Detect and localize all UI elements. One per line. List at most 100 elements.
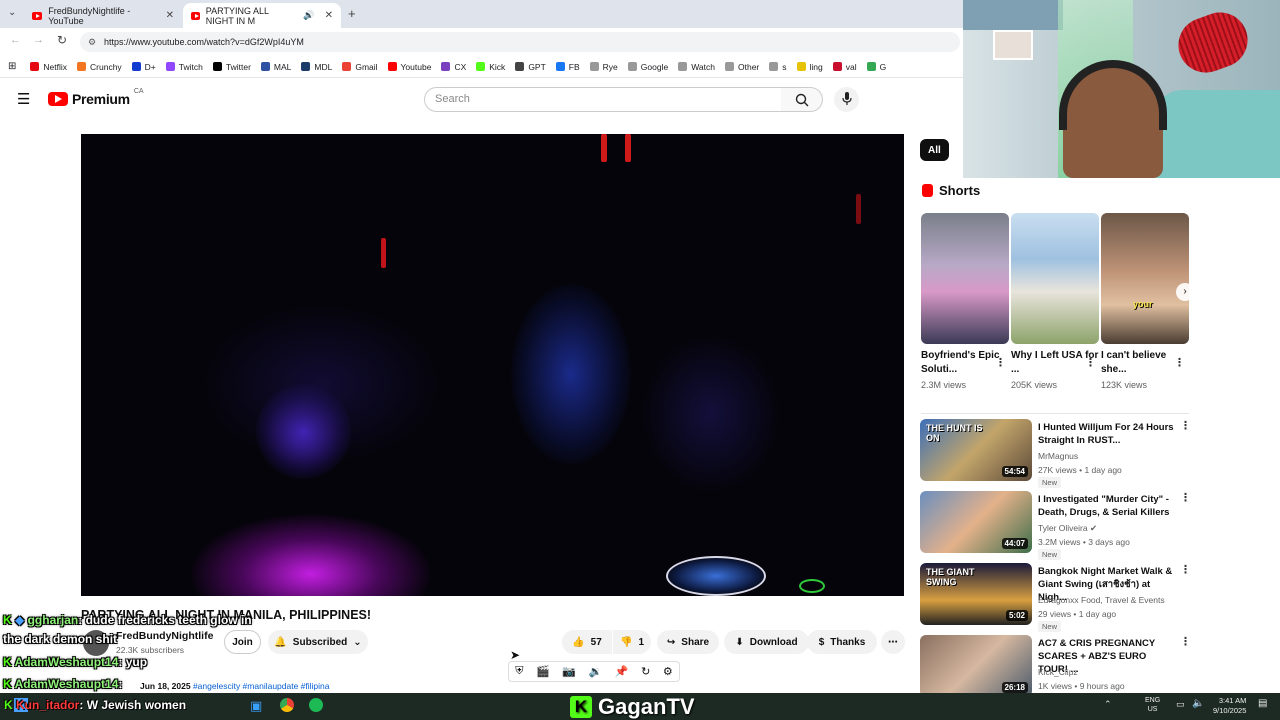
bookmark-g[interactable]: G	[866, 62, 886, 72]
pin-icon[interactable]: 📌	[615, 665, 629, 678]
spotify-icon[interactable]	[309, 698, 323, 712]
recommended-video[interactable]: 44:07 I Investigated "Murder City" - Deat…	[920, 491, 1191, 560]
forward-arrow-icon[interactable]: →	[33, 34, 44, 46]
bookmark-twitter[interactable]: Twitter	[212, 62, 251, 72]
bookmark-netflix[interactable]: Netflix	[30, 62, 67, 72]
more-vertical-icon[interactable]: ⋮	[1085, 356, 1096, 369]
channel-name[interactable]: Kick_Clipz	[1038, 667, 1078, 677]
clapper-icon[interactable]: 🎬	[536, 665, 550, 678]
more-vertical-icon[interactable]: ⋮	[1180, 491, 1191, 504]
channel-name[interactable]: MrMagnus	[1038, 451, 1078, 461]
video-player[interactable]	[81, 134, 904, 596]
short-thumbnail[interactable]	[921, 213, 1009, 344]
bookmark-cx[interactable]: CX	[441, 62, 466, 72]
youtube-favicon-icon	[32, 11, 43, 20]
video-action-row: FredBundyNightlife 22.3K subscribers Joi…	[81, 630, 911, 656]
bookmark-fb[interactable]: FB	[555, 62, 580, 72]
channel-name[interactable]: Tyler Oliveira ✔	[1038, 523, 1097, 534]
reload-icon[interactable]: ↻	[57, 33, 67, 47]
video-thumbnail[interactable]: THE GIANT SWING 5:02	[920, 563, 1032, 625]
more-vertical-icon[interactable]: ⋮	[1180, 419, 1191, 432]
video-title[interactable]: I Hunted Willjum For 24 Hours Straight I…	[1038, 421, 1178, 447]
subscribed-button[interactable]: 🔔 Subscribed ⌄	[268, 630, 368, 654]
video-meta: 3.2M views • 3 days ago	[1038, 537, 1130, 547]
chip-all[interactable]: All	[920, 139, 949, 161]
tray-chevron-icon[interactable]: ⌃	[1104, 699, 1112, 710]
more-vertical-icon[interactable]: ⋮	[1174, 356, 1185, 369]
short-thumbnail[interactable]	[1011, 213, 1099, 344]
more-vertical-icon[interactable]: ⋮	[1180, 635, 1191, 648]
recommended-video[interactable]: THE GIANT SWING 5:02 Bangkok Night Market …	[920, 563, 1191, 632]
new-badge: New	[1038, 549, 1062, 560]
speaker-icon[interactable]: 🔊	[303, 10, 314, 21]
bookmark-twitch[interactable]: Twitch	[165, 62, 203, 72]
like-button[interactable]: 👍 57	[562, 630, 612, 654]
recommended-video[interactable]: 26:18 AC7 & CRIS PREGNANCY SCARES + ABZ'S…	[920, 635, 1191, 699]
more-vertical-icon[interactable]: ⋮	[995, 356, 1006, 369]
bookmark-d-[interactable]: D+	[131, 62, 156, 72]
bookmark-other[interactable]: Other	[725, 62, 759, 72]
video-thumbnail[interactable]: 44:07	[920, 491, 1032, 553]
thanks-button[interactable]: $ Thanks	[807, 630, 877, 654]
notification-icon[interactable]: ▤	[1258, 698, 1267, 709]
bookmark-rye[interactable]: Rye	[589, 62, 618, 72]
tab-fredbundy-channel[interactable]: FredBundyNightlife - YouTube ✕	[24, 3, 182, 28]
close-tab-icon[interactable]: ✕	[166, 10, 174, 21]
video-thumbnail[interactable]: THE HUNT IS ON 54:54	[920, 419, 1032, 481]
bookmark-favicon-icon	[725, 62, 734, 71]
loop-icon[interactable]: ↻	[641, 665, 650, 678]
search-input[interactable]: Search	[424, 87, 782, 112]
camera-icon[interactable]: 📷	[562, 665, 576, 678]
close-tab-icon[interactable]: ✕	[325, 10, 333, 21]
bookmark-val[interactable]: val	[832, 62, 857, 72]
channel-name[interactable]: FredBundyNightlife	[116, 630, 213, 642]
youtube-premium-logo[interactable]: Premium CA	[48, 88, 144, 107]
bookmark-watch[interactable]: Watch	[678, 62, 715, 72]
chat-message: K AdamWeshaupt14: yup	[3, 655, 147, 669]
volume-icon[interactable]: 🔉	[589, 665, 603, 678]
bookmark-ling[interactable]: ling	[796, 62, 823, 72]
bookmark-s[interactable]: s	[769, 62, 787, 72]
volume-tray-icon[interactable]: 🔈	[1192, 698, 1204, 709]
url-input[interactable]: ⚙ https://www.youtube.com/watch?v=dGf2Wp…	[80, 32, 960, 52]
bookmark-google[interactable]: Google	[627, 62, 668, 72]
shield-icon[interactable]: ⛨	[515, 665, 523, 678]
hashtags[interactable]: #angelescity #manilaupdate #filipina	[193, 681, 330, 691]
apps-grid-icon[interactable]: ⊞	[8, 61, 16, 72]
bookmark-youtube[interactable]: Youtube	[387, 62, 431, 72]
explorer-icon[interactable]: ▣	[250, 698, 262, 714]
network-icon[interactable]: ▭	[1176, 699, 1185, 710]
voice-search-button[interactable]	[834, 87, 859, 112]
bookmark-mdl[interactable]: MDL	[301, 62, 332, 72]
description-snippet[interactable]: Jun 18, 2025 #angelescity #manilaupdate …	[140, 681, 330, 691]
search-button[interactable]	[781, 87, 823, 112]
share-button[interactable]: ↪ Share	[657, 630, 719, 654]
menu-hamburger-icon[interactable]: ☰	[17, 90, 30, 108]
site-info-icon[interactable]: ⚙	[88, 32, 96, 52]
tab-partying-video[interactable]: PARTYING ALL NIGHT IN M 🔊 ✕	[183, 3, 341, 28]
shorts-next-button[interactable]: ›	[1176, 283, 1194, 301]
short-thumbnail[interactable]: your	[1101, 213, 1189, 344]
language-indicator[interactable]: ENG US	[1145, 696, 1160, 714]
recommended-video[interactable]: THE HUNT IS ON 54:54 I Hunted Willjum For …	[920, 419, 1191, 488]
video-duration: 54:54	[1001, 466, 1028, 477]
bookmark-kick[interactable]: Kick	[476, 62, 505, 72]
more-vertical-icon[interactable]: ⋮	[1180, 563, 1191, 576]
bookmark-crunchy[interactable]: Crunchy	[77, 62, 122, 72]
channel-name[interactable]: Edragonxx Food, Travel & Events	[1038, 595, 1165, 605]
clock[interactable]: 3:41 AM 9/10/2025	[1213, 696, 1246, 716]
tab-list-chevron-icon[interactable]: ⌄	[8, 7, 16, 18]
settings-icon[interactable]: ⚙	[663, 665, 673, 678]
back-arrow-icon[interactable]: ←	[10, 34, 21, 46]
join-button[interactable]: Join	[224, 630, 261, 654]
bookmark-gpt[interactable]: GPT	[515, 62, 546, 72]
video-title[interactable]: I Investigated "Murder City" - Death, Dr…	[1038, 493, 1178, 519]
download-button[interactable]: ⬇ Download	[724, 630, 809, 654]
chrome-icon[interactable]	[280, 698, 294, 712]
dislike-button[interactable]: 👎 1	[613, 630, 651, 654]
new-tab-plus-icon[interactable]: +	[348, 6, 356, 21]
bookmark-gmail[interactable]: Gmail	[342, 62, 378, 72]
video-thumbnail[interactable]: 26:18	[920, 635, 1032, 697]
more-actions-button[interactable]: ⋯	[881, 630, 905, 654]
bookmark-mal[interactable]: MAL	[260, 62, 291, 72]
